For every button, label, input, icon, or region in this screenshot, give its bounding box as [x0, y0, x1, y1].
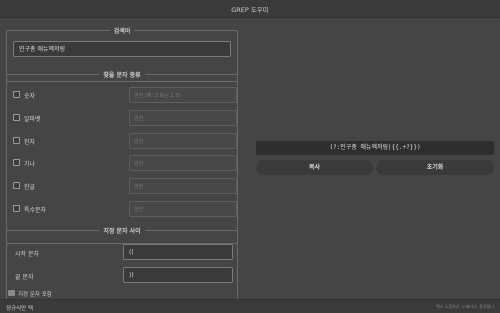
digit-label: 숫자 — [24, 93, 36, 100]
char-type-group-legend: 찾을 문자 종류 — [99, 72, 145, 79]
hanja-count-input[interactable]: 빈칸 — [129, 133, 237, 149]
status-left-text: 정규식만 텍 — [6, 306, 34, 312]
option-row-hangul: 한글 빈칸 — [13, 178, 237, 194]
start-char-label: 시작 문자 — [15, 251, 39, 258]
option-row-digit: 숫자 빈칸 (예: 3 또는 2,3) — [13, 87, 237, 103]
search-input[interactable]: 인구총 애뉴엑저링 — [13, 41, 231, 57]
option-row-alphabet: 알파벳 빈칸 — [13, 110, 237, 126]
search-group-legend: 검색어 — [109, 28, 135, 35]
option-row-special: 특수문자 빈칸 — [13, 201, 237, 217]
status-right-text: 텍스 도움하기, 노재라고, 종료합니 — [436, 304, 494, 309]
status-bar: 정규식만 텍 텍스 도움하기, 노재라고, 종료합니 — [0, 299, 500, 313]
hangul-label: 한글 — [24, 184, 36, 191]
kana-count-input[interactable]: 빈칸 — [129, 155, 237, 171]
hangul-checkbox[interactable] — [13, 182, 20, 189]
special-count-input[interactable]: 빈칸 — [129, 201, 237, 217]
kana-label: 가나 — [24, 161, 36, 168]
regex-result[interactable]: (?:인구총 애뉴엑저링|{{.+?}}) — [256, 141, 494, 155]
title-bar: GREP 도우미 — [0, 0, 500, 18]
hangul-count-input[interactable]: 빈칸 — [129, 178, 237, 194]
delimiter-group-legend: 지정 문자 사이 — [99, 228, 145, 235]
include-delimiter-label: 지정 문자 포함 — [18, 292, 52, 298]
alphabet-label: 알파벳 — [24, 116, 41, 123]
copy-button[interactable]: 복사 — [256, 160, 373, 175]
start-char-input[interactable]: (( — [123, 244, 233, 260]
special-checkbox[interactable] — [13, 205, 20, 212]
option-row-hanja: 한자 빈칸 — [13, 133, 237, 149]
special-label: 특수문자 — [24, 207, 47, 214]
alphabet-checkbox[interactable] — [13, 114, 20, 121]
options-panel: 검색어 인구총 애뉴엑저링 찾을 문자 종류 숫자 빈칸 (예: 3 또는 2,… — [6, 22, 240, 300]
char-type-group: 찾을 문자 종류 숫자 빈칸 (예: 3 또는 2,3) 알파벳 빈칸 한자 빈… — [6, 72, 238, 244]
include-delimiter-checkbox[interactable] — [8, 290, 15, 296]
kana-checkbox[interactable] — [13, 159, 20, 166]
end-char-label: 끝 문자 — [15, 274, 34, 281]
window-title: GREP 도우미 — [231, 6, 269, 14]
hanja-label: 한자 — [24, 139, 36, 146]
hanja-checkbox[interactable] — [13, 137, 20, 144]
end-char-input[interactable]: )) — [123, 267, 233, 283]
digit-count-input[interactable]: 빈칸 (예: 3 또는 2,3) — [129, 87, 237, 103]
digit-checkbox[interactable] — [13, 91, 20, 98]
option-row-kana: 가나 빈칸 — [13, 155, 237, 171]
alphabet-count-input[interactable]: 빈칸 — [129, 110, 237, 126]
reset-button[interactable]: 초기화 — [376, 160, 494, 175]
